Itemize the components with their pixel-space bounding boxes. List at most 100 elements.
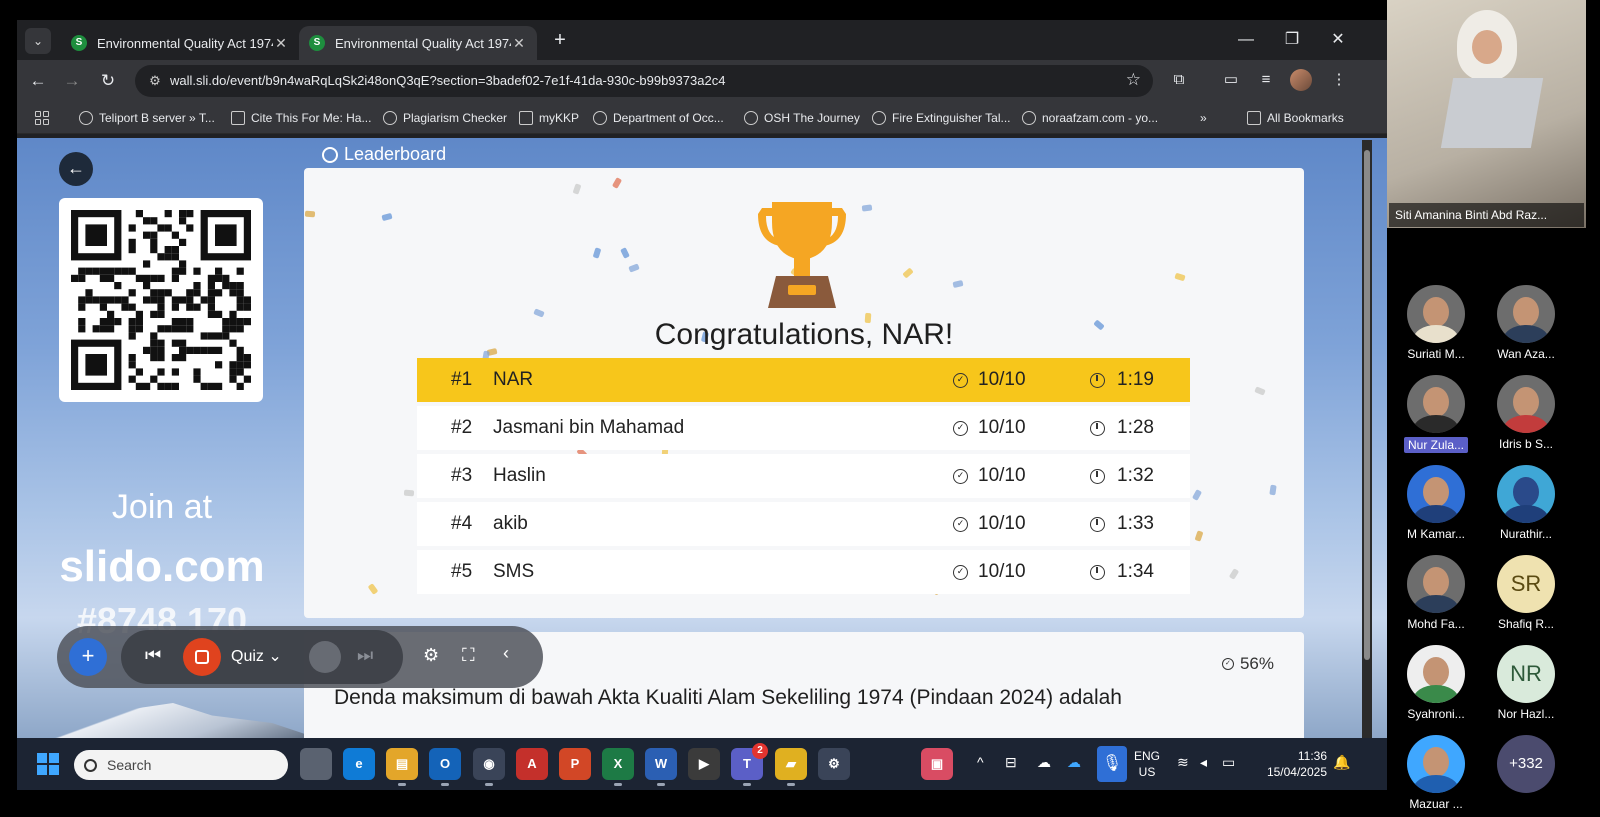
address-bar[interactable]: ⚙ wall.sli.do/event/b9n4waRqLqSk2i48onQ3… (135, 65, 1153, 97)
new-tab-button[interactable]: + (547, 28, 573, 54)
edge-icon[interactable]: e (343, 748, 375, 780)
leaderboard-toggle-icon[interactable] (309, 641, 341, 673)
leaderboard-row: #2 Jasmani bin Mahamad ✓ 10/10 1:28 (417, 406, 1190, 450)
collapse-chevron-icon[interactable]: ‹ (503, 643, 509, 664)
task-view-icon[interactable] (300, 748, 332, 780)
add-button[interactable]: + (69, 638, 107, 676)
confetti-piece (367, 583, 379, 595)
tab-2-active[interactable]: S Environmental Quality Act 1974 ✕ (299, 26, 537, 60)
more-participants-button[interactable]: +332 (1481, 735, 1571, 793)
url-text[interactable]: wall.sli.do/event/b9n4waRqLqSk2i48onQ3qE… (170, 73, 725, 88)
bookmark-star-icon[interactable]: ☆ (1126, 70, 1141, 90)
minimize-button[interactable]: — (1223, 20, 1269, 60)
leaderboard-row: #3 Haslin ✓ 10/10 1:32 (417, 454, 1190, 498)
notifications-icon[interactable]: 🔔 (1333, 754, 1350, 771)
all-bookmarks-button[interactable]: All Bookmarks (1247, 109, 1344, 127)
settings-gear-icon[interactable]: ⚙ (423, 645, 439, 666)
participant-tile[interactable]: Suriati M... (1391, 285, 1481, 361)
back-button[interactable]: ← (59, 152, 93, 186)
file-explorer-icon[interactable]: ▤ (386, 748, 418, 786)
previous-icon[interactable]: ⏮ (145, 645, 161, 666)
cast-icon[interactable]: ▭ (1219, 68, 1243, 92)
bookmark-plagiarism[interactable]: Plagiarism Checker (383, 109, 507, 127)
tray-app-icon[interactable]: ⊟ (1005, 754, 1017, 771)
volume-icon[interactable]: ◂ (1200, 754, 1207, 771)
apps-grid-icon[interactable] (35, 111, 49, 125)
participant-tile[interactable]: Mohd Fa... (1391, 555, 1481, 631)
tab-search-button[interactable]: ⌄ (25, 28, 51, 54)
scrollbar-thumb[interactable] (1364, 150, 1370, 660)
windows-start-icon[interactable] (37, 753, 59, 775)
chrome-icon[interactable]: ◉ (473, 748, 505, 786)
confetti-piece (1254, 386, 1266, 396)
leaderboard-row: #5 SMS ✓ 10/10 1:34 (417, 550, 1190, 594)
participant-tile[interactable]: Mazuar ... (1391, 735, 1481, 811)
show-hidden-icons[interactable]: ^ (977, 754, 984, 770)
participant-tile[interactable]: NR Nor Hazl... (1481, 645, 1571, 721)
check-icon: ✓ (953, 516, 968, 532)
microphone-icon[interactable]: 🎙 (1097, 746, 1127, 782)
trophy-icon (758, 202, 846, 308)
restore-button[interactable]: ❐ (1269, 20, 1315, 60)
media-control-icon[interactable]: ≡ (1254, 68, 1278, 92)
check-icon: ✓ (953, 564, 968, 580)
tab-close-icon[interactable]: ✕ (511, 35, 527, 52)
battery-icon[interactable]: ▭ (1222, 754, 1235, 771)
confetti-piece (861, 204, 873, 212)
confetti-piece (304, 210, 316, 218)
forward-arrow-icon[interactable]: → (59, 68, 85, 94)
bookmark-osh[interactable]: OSH The Journey (744, 109, 860, 127)
taskbar-search[interactable]: Search (74, 750, 288, 780)
back-arrow-icon[interactable]: ← (25, 68, 51, 94)
tab-1[interactable]: S Environmental Quality Act 1974 ✕ (61, 26, 299, 60)
participant-name: SMS (493, 561, 535, 582)
clock[interactable]: 11:36 15/04/2025 (1257, 748, 1327, 780)
site-info-icon[interactable]: ⚙ (147, 73, 163, 89)
active-speaker-video[interactable]: Siti Amanina Binti Abd Raz... (1387, 0, 1586, 228)
tab-title: Environmental Quality Act 1974 (97, 35, 273, 51)
settings-app-icon[interactable]: ⚙ (818, 748, 850, 780)
tab-close-icon[interactable]: ✕ (273, 35, 289, 52)
participant-tile[interactable]: Nur Zula... (1391, 375, 1481, 454)
page-scrollbar[interactable] (1362, 140, 1372, 738)
stopwatch-icon (1090, 420, 1105, 436)
mode-dropdown[interactable]: Quiz ⌄ (231, 646, 282, 666)
bookmark-dosh[interactable]: Department of Occ... (593, 109, 724, 127)
stop-button[interactable] (183, 638, 221, 676)
globe-icon (1022, 111, 1036, 125)
acrobat-icon[interactable]: A (516, 748, 548, 780)
rank: #1 (451, 369, 473, 390)
participant-tile[interactable]: Idris b S... (1481, 375, 1571, 451)
bookmarks-bar: Teliport B server » T... Cite This For M… (17, 102, 1387, 134)
bookmark-fire[interactable]: Fire Extinguisher Tal... (872, 109, 1011, 127)
participant-tile[interactable]: Nurathir... (1481, 465, 1571, 541)
bookmark-mykkp[interactable]: myKKP (519, 109, 579, 127)
participant-tile[interactable]: SR Shafiq R... (1481, 555, 1571, 631)
sticky-notes-icon[interactable]: ▰ (775, 748, 807, 786)
media-player-icon[interactable]: ▶ (688, 748, 720, 780)
onedrive-business-icon[interactable]: ☁ (1067, 754, 1081, 771)
excel-icon[interactable]: X (602, 748, 634, 786)
close-window-button[interactable]: ✕ (1315, 20, 1361, 60)
wifi-icon[interactable]: ≋ (1177, 754, 1189, 771)
word-icon[interactable]: W (645, 748, 677, 786)
bookmark-cite-this[interactable]: Cite This For Me: Ha... (231, 109, 371, 127)
teams-icon[interactable]: T2 (731, 743, 768, 786)
participant-tile[interactable]: M Kamar... (1391, 465, 1481, 541)
outlook-icon[interactable]: O (429, 748, 461, 786)
bookmarks-overflow-button[interactable]: » (1200, 109, 1207, 127)
profile-avatar[interactable] (1290, 69, 1312, 91)
powerpoint-icon[interactable]: P (559, 748, 591, 780)
participant-tile[interactable]: Wan Aza... (1481, 285, 1571, 361)
reload-icon[interactable]: ↻ (95, 68, 121, 94)
widget-app-icon[interactable]: ▣ (921, 748, 953, 780)
extensions-icon[interactable]: ⧉ (1167, 68, 1191, 92)
input-language[interactable]: ENG US (1134, 748, 1160, 780)
next-icon[interactable]: ⏭ (357, 645, 373, 666)
bookmark-teliport[interactable]: Teliport B server » T... (79, 109, 215, 127)
menu-kebab-icon[interactable]: ⋮ (1327, 68, 1351, 92)
bookmark-noraafzam[interactable]: noraafzam.com - yo... (1022, 109, 1158, 127)
fullscreen-icon[interactable]: ⛶ (462, 645, 475, 666)
participant-tile[interactable]: Syahroni... (1391, 645, 1481, 721)
onedrive-icon[interactable]: ☁ (1037, 754, 1051, 771)
